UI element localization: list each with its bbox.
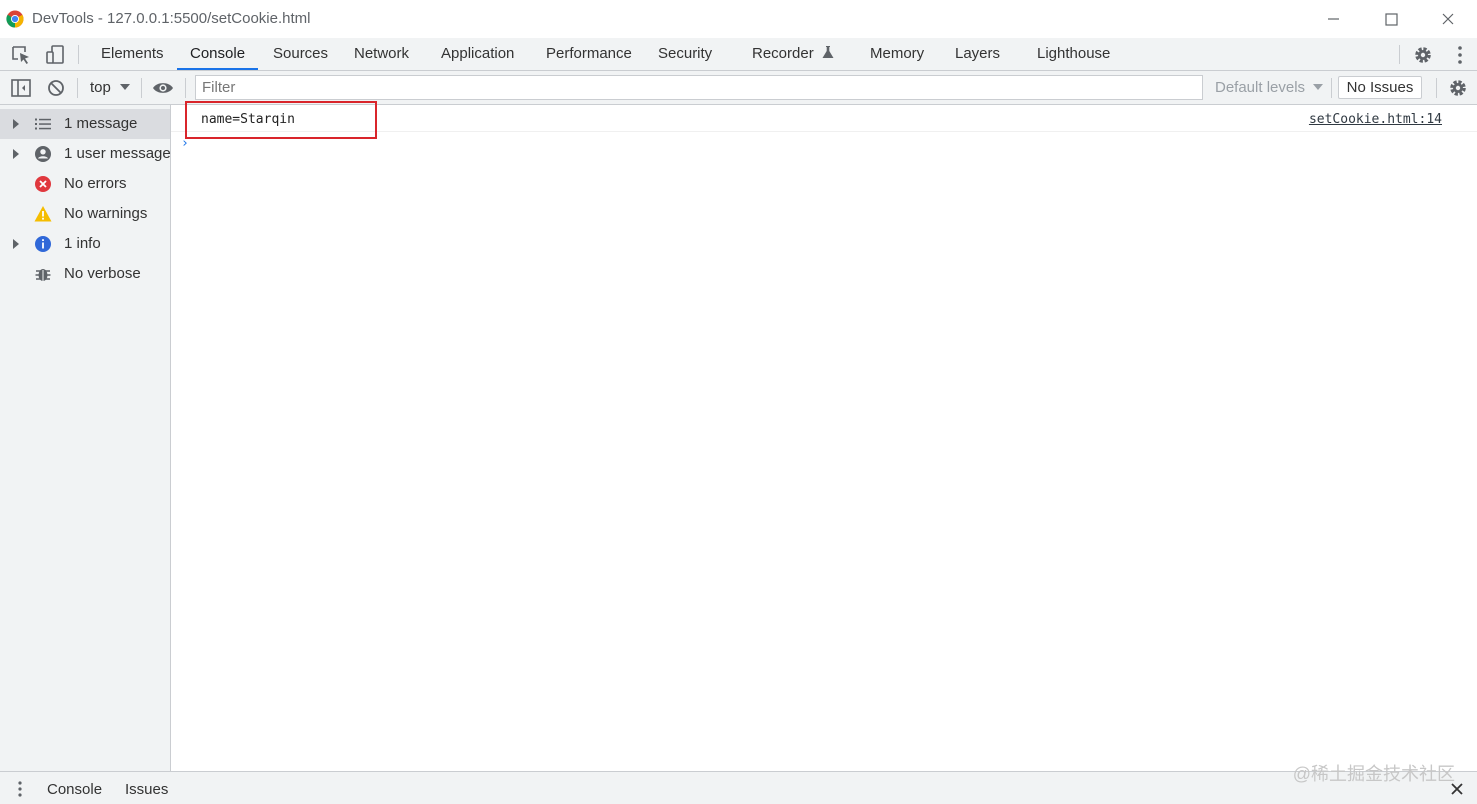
minimize-icon[interactable] bbox=[1322, 8, 1344, 30]
highlight-box bbox=[185, 101, 377, 139]
console-sidebar: 1 message 1 user message No errors No wa… bbox=[0, 105, 171, 771]
sidebar-toggle-icon[interactable] bbox=[10, 77, 32, 99]
log-levels-dropdown[interactable]: Default levels bbox=[1215, 79, 1324, 96]
watermark: @稀土掘金技术社区 bbox=[1292, 764, 1455, 784]
warning-icon bbox=[34, 206, 52, 222]
inspect-element-icon[interactable] bbox=[10, 44, 32, 66]
device-toolbar-icon[interactable] bbox=[44, 44, 66, 66]
more-options-icon[interactable] bbox=[1449, 44, 1471, 66]
drawer-tab-console[interactable]: Console bbox=[47, 781, 102, 798]
toolbar-divider bbox=[1331, 78, 1332, 98]
user-circle-icon bbox=[35, 146, 51, 162]
tabbar-divider-right bbox=[1399, 45, 1400, 64]
console-message-row: name=Starqin setCookie.html:14 bbox=[171, 101, 1477, 139]
tab-lighthouse[interactable]: Lighthouse bbox=[1024, 38, 1123, 70]
sidebar-item-info[interactable]: 1 info bbox=[0, 229, 170, 259]
tab-recorder[interactable]: Recorder bbox=[739, 38, 838, 70]
tab-performance[interactable]: Performance bbox=[533, 38, 645, 70]
sidebar-item-label: 1 message bbox=[64, 115, 138, 132]
tab-memory[interactable]: Memory bbox=[857, 38, 937, 70]
chrome-logo-icon bbox=[6, 10, 24, 28]
expand-arrow-icon[interactable] bbox=[13, 119, 19, 129]
sidebar-item-user-messages[interactable]: 1 user message bbox=[0, 139, 171, 169]
chevron-down-icon bbox=[1313, 84, 1324, 90]
console-message-source-link[interactable]: setCookie.html:14 bbox=[1309, 112, 1442, 127]
live-expression-eye-icon[interactable] bbox=[152, 77, 174, 99]
console-toolbar: top Filter Default levels No Issues bbox=[0, 71, 1477, 105]
window-titlebar: DevTools - 127.0.0.1:5500/setCookie.html bbox=[0, 0, 1477, 38]
context-selector-value: top bbox=[90, 79, 111, 96]
tab-sources[interactable]: Sources bbox=[260, 38, 341, 70]
error-icon bbox=[35, 176, 51, 192]
sidebar-item-verbose[interactable]: No verbose bbox=[0, 259, 170, 289]
sidebar-item-label: No warnings bbox=[64, 205, 148, 222]
list-icon bbox=[35, 118, 51, 130]
tab-console[interactable]: Console bbox=[177, 38, 259, 70]
info-icon bbox=[35, 236, 51, 252]
sidebar-item-warnings[interactable]: No warnings bbox=[0, 199, 170, 229]
toolbar-divider bbox=[141, 78, 142, 98]
sidebar-item-errors[interactable]: No errors bbox=[0, 169, 170, 199]
window-title: DevTools - 127.0.0.1:5500/setCookie.html bbox=[32, 10, 311, 27]
panel-tabbar: Elements Console Sources Network Applica… bbox=[0, 38, 1477, 71]
tab-layers[interactable]: Layers bbox=[942, 38, 1013, 70]
toolbar-divider bbox=[185, 78, 186, 98]
console-prompt-icon[interactable]: › bbox=[181, 136, 189, 151]
console-settings-gear-icon[interactable] bbox=[1447, 77, 1469, 99]
tab-recorder-label: Recorder bbox=[752, 45, 814, 62]
flask-icon bbox=[822, 46, 834, 58]
context-selector[interactable]: top bbox=[90, 79, 131, 96]
maximize-icon[interactable] bbox=[1380, 8, 1402, 30]
settings-gear-icon[interactable] bbox=[1412, 44, 1434, 66]
log-levels-label: Default levels bbox=[1215, 79, 1306, 96]
sidebar-item-label: No errors bbox=[64, 175, 127, 192]
drawer-tabbar: Console Issues bbox=[0, 771, 1477, 804]
tabbar-divider bbox=[78, 45, 79, 64]
sidebar-item-label: No verbose bbox=[64, 265, 141, 282]
console-output[interactable]: name=Starqin setCookie.html:14 › bbox=[171, 101, 1477, 771]
toolbar-divider bbox=[77, 78, 78, 98]
tab-network[interactable]: Network bbox=[341, 38, 422, 70]
tab-application[interactable]: Application bbox=[428, 38, 527, 70]
drawer-menu-icon[interactable] bbox=[12, 781, 28, 797]
chevron-down-icon bbox=[120, 84, 131, 90]
drawer-tab-issues[interactable]: Issues bbox=[125, 781, 168, 798]
sidebar-item-label: 1 info bbox=[64, 235, 101, 252]
sidebar-item-label: 1 user message bbox=[64, 145, 171, 162]
issues-button[interactable]: No Issues bbox=[1338, 76, 1422, 99]
toolbar-divider bbox=[1436, 78, 1437, 98]
filter-input[interactable]: Filter bbox=[195, 75, 1203, 100]
tab-security[interactable]: Security bbox=[645, 38, 725, 70]
tab-elements[interactable]: Elements bbox=[88, 38, 177, 70]
expand-arrow-icon[interactable] bbox=[13, 239, 19, 249]
close-window-icon[interactable] bbox=[1437, 8, 1459, 30]
expand-arrow-icon[interactable] bbox=[13, 149, 19, 159]
clear-console-icon[interactable] bbox=[45, 77, 67, 99]
bug-icon bbox=[35, 269, 51, 281]
sidebar-item-messages[interactable]: 1 message bbox=[0, 109, 170, 139]
